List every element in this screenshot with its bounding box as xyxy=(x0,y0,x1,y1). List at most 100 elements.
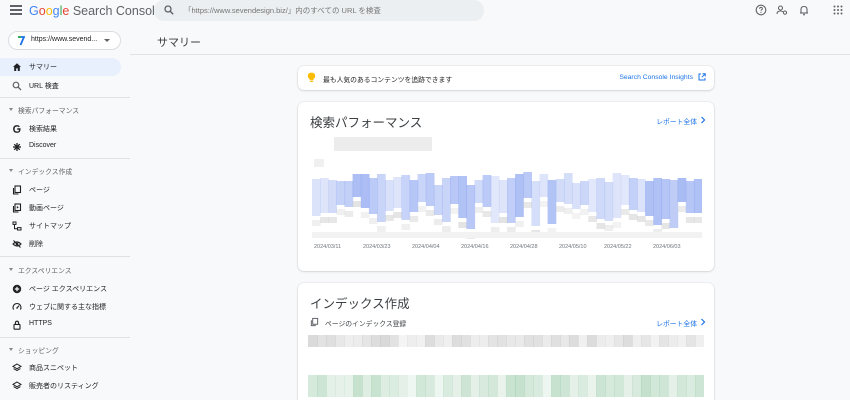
chart-pixel-block xyxy=(555,206,565,212)
sidebar-item-sitemaps[interactable]: サイトマップ xyxy=(0,217,121,235)
insights-link[interactable]: Search Console Insights xyxy=(619,74,693,81)
apps-grid-icon[interactable] xyxy=(832,4,844,16)
sidebar-item-discover[interactable]: Discover xyxy=(0,138,121,156)
product-logo[interactable]: Google Search Console xyxy=(29,4,162,18)
chart-pixel-block xyxy=(474,180,484,203)
chart-pixel-block xyxy=(506,335,516,347)
x-axis-tick: 2024/04/04 xyxy=(412,244,440,250)
chart-pixel-block xyxy=(569,375,579,397)
notifications-icon[interactable] xyxy=(798,4,810,16)
sidebar-divider xyxy=(0,97,130,98)
chart-pixel-block xyxy=(604,225,614,231)
header-divider xyxy=(130,54,850,55)
chart-pixel-block xyxy=(360,174,370,208)
chart-pixel-block xyxy=(407,335,417,347)
chart-pixel-block xyxy=(393,212,402,218)
chart-pixel-block xyxy=(641,375,651,397)
chart-pixel-block xyxy=(669,180,679,228)
chart-pixel-block xyxy=(401,175,411,220)
chart-pixel-block xyxy=(650,375,660,397)
section-label: 検索パフォーマンス xyxy=(18,108,80,115)
performance-title: 検索パフォーマンス xyxy=(310,116,423,130)
x-axis-tick: 2024/05/22 xyxy=(604,244,632,250)
section-search-performance[interactable]: 検索パフォーマンス xyxy=(0,103,121,117)
chart-pixel-block xyxy=(580,181,589,205)
chart-pixel-block xyxy=(380,375,390,397)
property-url: https://www.sevend... xyxy=(31,36,98,43)
section-indexing[interactable]: インデックス作成 xyxy=(0,164,121,178)
page-title: サマリー xyxy=(157,37,201,49)
x-axis-tick: 2024/05/10 xyxy=(559,244,587,250)
section-label: ショッピング xyxy=(18,348,59,355)
sidebar-item-label: URL 検査 xyxy=(29,83,59,90)
open-in-new-icon[interactable] xyxy=(698,73,706,81)
x-axis-tick: 2024/03/11 xyxy=(314,244,342,250)
chevron-right-icon[interactable] xyxy=(700,318,706,326)
chart-pixel-block xyxy=(596,375,606,397)
chart-pixel-block xyxy=(685,217,695,223)
chart-pixel-block xyxy=(578,335,588,347)
chart-pixel-block xyxy=(693,217,702,223)
section-shopping[interactable]: ショッピング xyxy=(0,343,121,357)
chart-pixel-block xyxy=(320,217,329,223)
chart-pixel-block xyxy=(695,335,704,347)
property-selector[interactable]: https://www.sevend... xyxy=(8,31,121,50)
sidebar-item-label: サイトマップ xyxy=(29,223,71,230)
chart-pixel-block xyxy=(560,375,570,397)
search-input[interactable] xyxy=(184,0,474,21)
help-icon[interactable] xyxy=(755,4,767,16)
sidebar-item-product-snippets[interactable]: 商品スニペット xyxy=(0,359,121,377)
sidebar-item-merchant-listings[interactable]: 販売者のリスティング xyxy=(0,377,121,395)
chart-pixel-block xyxy=(614,375,624,397)
sidebar-item-removals[interactable]: 削除 xyxy=(0,235,121,253)
chart-pixel-block xyxy=(335,335,345,347)
sidebar-item-video-pages[interactable]: 動画ページ xyxy=(0,199,121,217)
chart-pixel-block xyxy=(588,216,597,222)
chart-pixel-block xyxy=(661,179,671,219)
section-experience[interactable]: エクスペリエンス xyxy=(0,263,121,277)
chart-pixel-block xyxy=(317,335,327,347)
chart-pixel-block xyxy=(312,179,321,216)
google-g-icon xyxy=(13,125,21,133)
indexing-report-link[interactable]: レポート全体 xyxy=(656,318,697,328)
url-inspection-search[interactable] xyxy=(154,0,484,21)
chart-pixel-block xyxy=(572,213,581,219)
sidebar-item-search-results[interactable]: 検索結果 xyxy=(0,120,121,138)
chart-pixel-block xyxy=(433,219,443,225)
pages-icon xyxy=(310,317,319,327)
chart-pixel-block xyxy=(645,181,654,216)
chart-pixel-block xyxy=(677,178,687,202)
chart-pixel-block xyxy=(524,375,534,397)
indexing-card: インデックス作成 ページのインデックス登録 レポート全体 xyxy=(298,283,714,400)
sidebar-item-page-experience[interactable]: ページ エクスペリエンス xyxy=(0,280,121,298)
chevron-right-icon[interactable] xyxy=(700,116,706,124)
chart-pixel-block xyxy=(443,375,453,397)
chart-pixel-block xyxy=(650,335,660,347)
section-label: インデックス作成 xyxy=(18,169,73,176)
menu-icon[interactable] xyxy=(10,5,22,15)
chart-pixel-block xyxy=(533,375,543,397)
sidebar-item-pages[interactable]: ページ xyxy=(0,181,121,199)
chart-pixel-block xyxy=(417,174,427,202)
chart-pixel-block xyxy=(320,178,329,213)
chart-pixel-block xyxy=(368,218,378,224)
performance-report-link[interactable]: レポート全体 xyxy=(656,116,697,126)
manage-users-icon[interactable] xyxy=(776,4,788,16)
chart-pixel-block xyxy=(523,202,532,208)
sidebar-item-summary[interactable]: サマリー xyxy=(0,58,121,76)
sidebar-item-core-web-vitals[interactable]: ウェブに関する主な指標 xyxy=(0,298,121,316)
chart-pixel-block xyxy=(371,375,381,397)
chart-pixel-block xyxy=(461,375,471,397)
chart-pixel-block xyxy=(488,335,498,347)
sidebar-item-https[interactable]: HTTPS xyxy=(0,316,121,334)
sidebar-item-url-inspection[interactable]: URL 検査 xyxy=(0,77,121,95)
x-axis-tick: 2024/06/03 xyxy=(653,244,681,250)
site-favicon xyxy=(18,36,25,46)
chart-pixel-block xyxy=(612,173,622,218)
chart-pixel-block xyxy=(563,173,573,204)
chart-pixel-block xyxy=(533,335,543,347)
chart-pixel-block xyxy=(461,335,471,347)
chart-axis-band xyxy=(312,232,702,238)
chart-pixel-block xyxy=(641,335,651,347)
chart-pixel-block xyxy=(661,223,671,229)
